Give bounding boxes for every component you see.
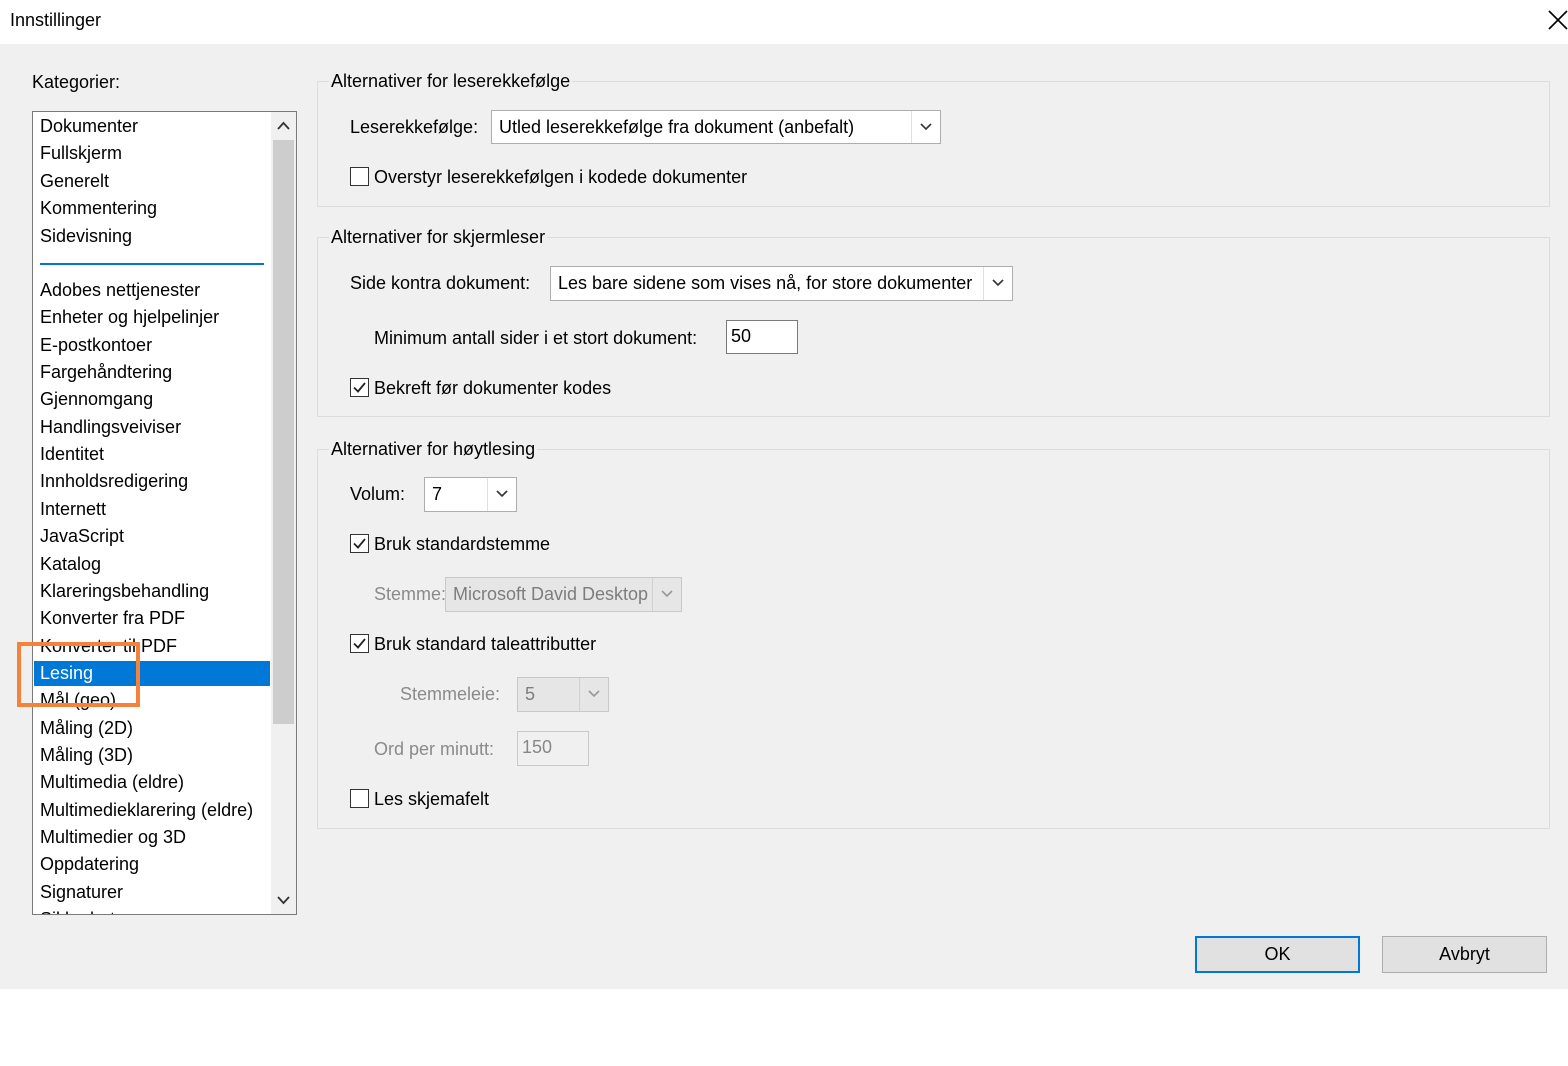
- category-item[interactable]: Sikkerhet: [34, 907, 270, 914]
- default-attributes-label: Bruk standard taleattributter: [374, 634, 597, 654]
- page-vs-document-value: Les bare sidene som vises nå, for store …: [558, 273, 973, 293]
- category-item[interactable]: Gjennomgang: [34, 387, 270, 412]
- pitch-label: Stemmeleie:: [400, 684, 501, 704]
- category-item[interactable]: Måling (3D): [34, 743, 270, 768]
- min-pages-input[interactable]: 50: [726, 320, 798, 354]
- window-title: Innstillinger: [10, 10, 102, 30]
- ok-button[interactable]: OK: [1195, 936, 1360, 973]
- categories-label: Kategorier:: [32, 72, 121, 92]
- default-attributes-checkbox[interactable]: [350, 634, 369, 653]
- chevron-down-icon: [652, 578, 681, 611]
- category-item[interactable]: Oppdatering: [34, 852, 270, 877]
- checkmark-icon: [353, 382, 366, 393]
- scroll-thumb[interactable]: [273, 140, 294, 724]
- category-item[interactable]: Internett: [34, 497, 270, 522]
- close-icon[interactable]: [1546, 6, 1568, 34]
- category-item[interactable]: Multimedia (eldre): [34, 770, 270, 795]
- chevron-down-icon: [487, 478, 516, 511]
- category-item[interactable]: Multimedier og 3D: [34, 825, 270, 850]
- category-item[interactable]: Signaturer: [34, 880, 270, 905]
- checkmark-icon: [353, 638, 366, 649]
- reading-order-label: Leserekkefølge:: [350, 117, 479, 137]
- reading-order-legend: Alternativer for leserekkefølge: [329, 71, 573, 92]
- title-bar: Innstillinger: [0, 0, 1568, 44]
- pitch-select[interactable]: 5: [517, 677, 609, 712]
- category-item[interactable]: Måling (2D): [34, 716, 270, 741]
- category-item[interactable]: Kommentering: [34, 196, 270, 221]
- category-item[interactable]: Generelt: [34, 169, 270, 194]
- read-form-fields-label: Les skjemafelt: [374, 789, 490, 809]
- override-order-label: Overstyr leserekkefølgen i kodede dokume…: [374, 167, 748, 187]
- reading-order-select[interactable]: Utled leserekkefølge fra dokument (anbef…: [491, 110, 941, 144]
- confirm-tagging-label: Bekreft før dokumenter kodes: [374, 378, 612, 398]
- override-order-checkbox[interactable]: [350, 167, 369, 186]
- scroll-up-icon[interactable]: [271, 112, 296, 140]
- scroll-down-icon[interactable]: [271, 886, 296, 914]
- category-item[interactable]: Sidevisning: [34, 224, 270, 249]
- categories-scrollbar[interactable]: [271, 112, 296, 914]
- reading-order-group: [317, 81, 1550, 207]
- category-item[interactable]: Enheter og hjelpelinjer: [34, 305, 270, 330]
- words-per-minute-input[interactable]: 150: [517, 731, 589, 766]
- category-item[interactable]: Innholdsredigering: [34, 469, 270, 494]
- category-item[interactable]: Identitet: [34, 442, 270, 467]
- category-item[interactable]: Konverter fra PDF: [34, 606, 270, 631]
- category-item[interactable]: Katalog: [34, 552, 270, 577]
- selection-highlight-box: [17, 642, 140, 707]
- chevron-down-icon: [579, 678, 608, 711]
- voice-value: Microsoft David Desktop: [453, 584, 649, 604]
- words-per-minute-label: Ord per minutt:: [374, 739, 495, 759]
- page-vs-document-label: Side kontra dokument:: [350, 273, 531, 293]
- volume-label: Volum:: [350, 484, 406, 504]
- chevron-down-icon: [911, 111, 940, 143]
- category-item[interactable]: Klareringsbehandling: [34, 579, 270, 604]
- default-voice-checkbox[interactable]: [350, 534, 369, 553]
- volume-select[interactable]: 7: [424, 477, 517, 512]
- default-voice-label: Bruk standardstemme: [374, 534, 551, 554]
- min-pages-label: Minimum antall sider i et stort dokument…: [374, 328, 698, 348]
- pitch-value: 5: [525, 684, 536, 704]
- category-item[interactable]: Adobes nettjenester: [34, 278, 270, 303]
- checkmark-icon: [353, 538, 366, 549]
- voice-select[interactable]: Microsoft David Desktop: [445, 577, 682, 612]
- chevron-down-icon: [983, 267, 1012, 300]
- voice-label: Stemme:: [374, 584, 447, 604]
- screen-reader-legend: Alternativer for skjermleser: [329, 227, 548, 248]
- category-item[interactable]: Handlingsveiviser: [34, 415, 270, 440]
- reading-order-value: Utled leserekkefølge fra dokument (anbef…: [499, 117, 855, 137]
- cancel-button[interactable]: Avbryt: [1382, 936, 1547, 973]
- confirm-tagging-checkbox[interactable]: [350, 378, 369, 397]
- read-aloud-legend: Alternativer for høytlesing: [329, 439, 538, 460]
- category-item[interactable]: Fullskjerm: [34, 141, 270, 166]
- category-item[interactable]: JavaScript: [34, 524, 270, 549]
- category-item[interactable]: E-postkontoer: [34, 333, 270, 358]
- category-item[interactable]: Fargehåndtering: [34, 360, 270, 385]
- category-item[interactable]: Dokumenter: [34, 114, 270, 139]
- category-item[interactable]: Multimedieklarering (eldre): [34, 798, 270, 823]
- categories-list[interactable]: Dokumenter Fullskjerm Generelt Kommentering…: [32, 111, 297, 915]
- page-vs-document-select[interactable]: Les bare sidene som vises nå, for store …: [550, 266, 1013, 301]
- volume-value: 7: [432, 484, 443, 504]
- categories-separator: [40, 263, 264, 265]
- read-form-fields-checkbox[interactable]: [350, 789, 369, 808]
